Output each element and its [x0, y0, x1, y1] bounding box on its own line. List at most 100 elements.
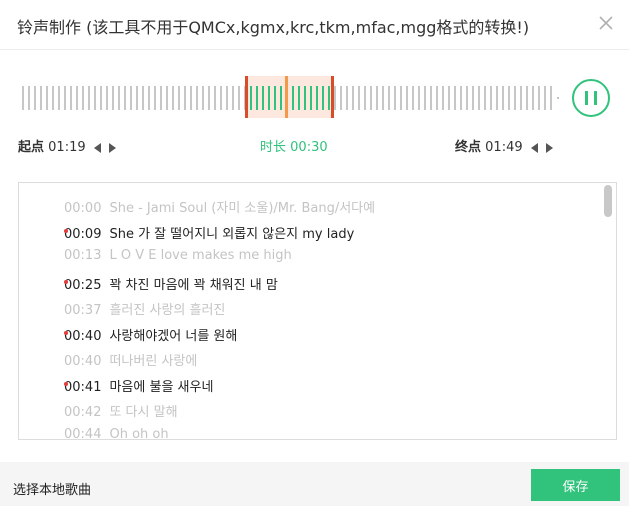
wave-bar [214, 86, 216, 110]
wave-bar [208, 86, 210, 110]
start-decrease-icon[interactable] [93, 142, 101, 153]
lyric-text: 마음에 불을 새우네 [109, 379, 214, 395]
wave-bar [328, 86, 330, 110]
waveform[interactable] [22, 78, 562, 118]
wave-bar [58, 86, 60, 110]
start-increase-icon[interactable] [108, 142, 116, 153]
wave-bar [268, 86, 270, 110]
pause-button[interactable] [572, 79, 610, 117]
lyric-line[interactable]: 00:09 She 가 잘 떨어지니 외롭지 않은지 my lady [64, 223, 354, 242]
wave-bar [124, 86, 126, 110]
lyrics-scrollbar[interactable] [604, 185, 612, 217]
wave-bar [502, 86, 504, 110]
wave-bar [34, 86, 36, 110]
wave-bar [262, 86, 264, 110]
lyric-text: She 가 잘 떨어지니 외롭지 않은지 my lady [109, 226, 355, 242]
wave-bar [388, 86, 390, 110]
wave-bar [466, 86, 468, 110]
wave-bar [298, 86, 300, 110]
wave-bar [46, 86, 48, 110]
lyric-line[interactable]: 00:40 사랑해야겠어 너를 원해 [64, 325, 237, 344]
end-increase-icon[interactable] [545, 142, 553, 153]
wave-bar [550, 86, 552, 110]
wave-bar [148, 86, 150, 110]
wave-bar [514, 86, 516, 110]
lyrics-panel[interactable]: 00:00 She - Jami Soul (자미 소울)/Mr. Bang/서다… [18, 182, 617, 440]
lyric-text: 꽉 차진 마음에 꽉 채워진 내 맘 [109, 277, 278, 293]
lyric-text: 사랑해야겠어 너를 원해 [109, 328, 238, 344]
wave-bar [448, 86, 450, 110]
wave-bar [304, 86, 306, 110]
wave-bar [142, 86, 144, 110]
wave-bar [226, 86, 228, 110]
lyric-text: 흘러진 사랑의 흘러진 [109, 303, 226, 318]
wave-bar [280, 86, 282, 110]
lyric-line[interactable]: 00:25 꽉 차진 마음에 꽉 채워진 내 맘 [64, 274, 278, 293]
duration-label: 时长 [260, 140, 287, 155]
start-marker-handle[interactable] [245, 76, 248, 118]
lyric-time: 00:37 [64, 303, 102, 318]
wave-bar [346, 86, 348, 110]
close-icon[interactable] [595, 12, 617, 34]
wave-bar [334, 86, 336, 110]
end-control: 终点 01:49 [455, 136, 553, 155]
wave-bar [430, 86, 432, 110]
lyric-line[interactable]: 00:13 L O V E love makes me high [64, 248, 292, 263]
lyric-line[interactable]: 00:42 또 다시 말해 [64, 401, 178, 420]
lyric-time: 00:25 [64, 277, 102, 293]
lyric-text: 또 다시 말해 [109, 405, 178, 420]
lyric-line[interactable]: 00:44 Oh oh oh [64, 426, 169, 440]
wave-bar [64, 86, 66, 110]
wave-bar [496, 86, 498, 110]
wave-bar [106, 86, 108, 110]
lyric-line[interactable]: 00:00 She - Jami Soul (자미 소울)/Mr. Bang/서다… [64, 197, 375, 216]
wave-bar [532, 86, 534, 110]
wave-bar [22, 86, 24, 110]
playhead-marker[interactable] [285, 76, 288, 118]
lyric-marker-dot [64, 381, 68, 386]
wave-bar [88, 86, 90, 110]
end-decrease-icon[interactable] [530, 142, 538, 153]
lyric-line[interactable]: 00:40 떠나버린 사랑에 [64, 350, 197, 369]
duration-display: 时长 00:30 [260, 136, 328, 155]
wave-bar [292, 86, 294, 110]
lyric-time: 00:00 [64, 201, 102, 216]
wave-bar [436, 86, 438, 110]
end-marker-handle[interactable] [331, 76, 334, 118]
wave-bar [538, 86, 540, 110]
wave-bar [544, 86, 546, 110]
save-button[interactable]: 保存 [531, 469, 620, 501]
wave-bar [454, 86, 456, 110]
lyric-line[interactable]: 00:41 마음에 불을 새우네 [64, 376, 213, 395]
wave-bar [250, 86, 252, 110]
wave-bar [178, 86, 180, 110]
start-time: 01:19 [48, 140, 86, 155]
wave-bar [94, 86, 96, 110]
lyric-text: Oh oh oh [109, 426, 169, 440]
wave-bar [136, 86, 138, 110]
duration-time: 00:30 [290, 140, 328, 155]
wave-bar [274, 86, 276, 110]
wave-bar [118, 86, 120, 110]
lyric-text: She - Jami Soul (자미 소울)/Mr. Bang/서다예 [109, 201, 376, 216]
wave-bar [100, 86, 102, 110]
wave-bar [526, 86, 528, 110]
start-control: 起点 01:19 [18, 136, 116, 155]
lyric-time: 00:42 [64, 405, 102, 420]
wave-bar [418, 86, 420, 110]
wave-bar [172, 86, 174, 110]
lyric-time: 00:13 [64, 248, 102, 263]
wave-bar [166, 86, 168, 110]
wave-bar [358, 86, 360, 110]
choose-local-song-link[interactable]: 选择本地歌曲 [13, 479, 91, 498]
wave-bar [238, 86, 240, 110]
lyric-text: 떠나버린 사랑에 [109, 354, 198, 369]
lyric-time: 00:41 [64, 379, 102, 395]
lyric-time: 00:44 [64, 426, 102, 440]
lyric-marker-dot [64, 279, 68, 284]
dialog-title-bar: 铃声制作 (该工具不用于QMCx,kgmx,krc,tkm,mfac,mgg格式… [0, 0, 629, 50]
lyric-line[interactable]: 00:37 흘러진 사랑의 흘러진 [64, 299, 225, 318]
end-label: 终点 [455, 140, 482, 155]
wave-bar [256, 86, 258, 110]
wave-bar [490, 86, 492, 110]
